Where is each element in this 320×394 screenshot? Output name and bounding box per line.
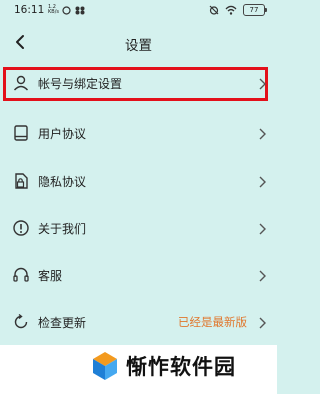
menu-item-account-binding[interactable]: 帐号与绑定设置 — [0, 62, 277, 106]
menu-item-label: 帐号与绑定设置 — [38, 77, 123, 91]
alarm-icon — [209, 5, 219, 15]
menu-item-label: 关于我们 — [38, 222, 87, 236]
status-bar: 16:11 1.2 KB/s 77 — [0, 0, 277, 22]
battery-indicator: 77 — [243, 4, 267, 16]
watermark: 惭怍软件园 — [92, 351, 236, 381]
person-icon — [13, 75, 29, 91]
menu-item-check-update[interactable]: 检查更新 已经是最新版 — [0, 301, 277, 345]
chevron-right-icon — [259, 78, 266, 90]
chevron-right-icon — [259, 128, 266, 140]
lock-document-icon — [15, 173, 28, 189]
menu-item-customer-service[interactable]: 客服 — [0, 254, 277, 298]
watermark-text: 惭怍软件园 — [126, 355, 236, 379]
menu-item-label: 客服 — [38, 269, 63, 283]
book-icon — [14, 125, 28, 141]
menu-item-privacy-agreement[interactable]: 隐私协议 — [0, 160, 277, 204]
network-speed: 1.2 KB/s — [48, 4, 59, 15]
menu-item-user-agreement[interactable]: 用户协议 — [0, 112, 277, 156]
page-title: 设置 — [125, 38, 152, 54]
update-status: 已经是最新版 — [178, 315, 247, 329]
status-right-icons: 77 — [209, 4, 267, 16]
app-icon — [75, 6, 85, 14]
chevron-right-icon — [259, 270, 266, 282]
menu-item-label: 检查更新 — [38, 316, 87, 330]
title-bar: 设置 — [0, 28, 277, 58]
chevron-right-icon — [259, 223, 266, 235]
headset-icon — [13, 267, 29, 282]
chevron-right-icon — [259, 176, 266, 188]
watermark-logo-icon — [93, 352, 117, 380]
notification-icon — [62, 5, 71, 15]
status-notification-icons: 1.2 KB/s — [48, 5, 85, 15]
menu-item-about-us[interactable]: 关于我们 — [0, 207, 277, 251]
menu-item-label: 用户协议 — [38, 127, 87, 141]
refresh-icon — [14, 313, 28, 329]
status-time: 16:11 — [14, 4, 45, 16]
menu-item-label: 隐私协议 — [38, 175, 87, 189]
wifi-icon — [225, 5, 237, 15]
info-icon — [13, 220, 29, 236]
chevron-right-icon — [259, 317, 266, 329]
